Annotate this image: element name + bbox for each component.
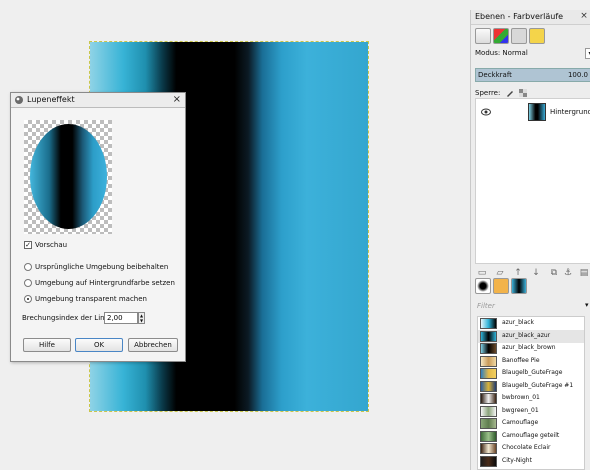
- spin-button[interactable]: ▲ ▼: [138, 312, 145, 324]
- filter-input[interactable]: Filter: [477, 302, 495, 310]
- gradient-swatch: [480, 318, 497, 329]
- gradient-item[interactable]: Camouflage: [478, 417, 584, 430]
- gradient-item[interactable]: azur_black_azur: [478, 329, 584, 343]
- preview-label[interactable]: Vorschau: [35, 241, 67, 249]
- gradient-item[interactable]: Chocolate Eclair: [478, 442, 584, 455]
- radio-transparent[interactable]: [24, 295, 32, 303]
- gradient-name: azur_black_azur: [502, 331, 551, 339]
- gradient-name: Camouflage: [502, 419, 539, 426]
- filter-row: Filter ▾: [475, 301, 590, 312]
- layers-dock: Ebenen - Farbverläufe × Modus: Normal ▾ …: [470, 10, 590, 470]
- preview-area: [24, 120, 112, 234]
- refraction-label: Brechungsindex der Linse:: [22, 314, 115, 322]
- layers-tab-icon[interactable]: [475, 28, 491, 44]
- pattern-tab-icon[interactable]: [493, 278, 509, 294]
- gimp-icon: [15, 96, 23, 104]
- gradient-swatch: [480, 343, 497, 354]
- lock-pixels-icon[interactable]: [506, 89, 514, 97]
- gradient-item[interactable]: Blaugelb_GuteFrage: [478, 367, 584, 380]
- radio-background-color[interactable]: [24, 279, 32, 287]
- paths-tab-icon[interactable]: [511, 28, 527, 44]
- gradient-item[interactable]: Blaugelb_GuteFrage #1: [478, 380, 584, 393]
- eye-icon[interactable]: [481, 108, 491, 116]
- gradient-list[interactable]: azur_black azur_black_azur azur_black_brow…: [477, 316, 585, 470]
- opacity-slider[interactable]: Deckkraft 100.0: [475, 68, 590, 82]
- gradient-name: azur_black: [502, 319, 535, 326]
- layer-row[interactable]: Hintergrund: [476, 99, 590, 125]
- ok-button[interactable]: OK: [75, 338, 123, 352]
- lock-alpha-icon[interactable]: [519, 88, 528, 97]
- gradient-swatch: [480, 393, 497, 404]
- brush-tab-icon[interactable]: [475, 278, 491, 294]
- gradient-item[interactable]: azur_black_brown: [478, 342, 584, 355]
- gradient-item[interactable]: bwgreen_01: [478, 405, 584, 418]
- dialog-titlebar: Lupeneffekt ×: [11, 93, 185, 108]
- refraction-index-input[interactable]: [104, 312, 138, 324]
- option-background-color[interactable]: Umgebung auf Hintergrundfarbe setzen: [35, 279, 175, 287]
- gradient-item[interactable]: bwbrown_01: [478, 392, 584, 405]
- gradient-name: bwbrown_01: [502, 394, 540, 401]
- gradient-swatch: [480, 455, 497, 467]
- close-icon[interactable]: ×: [579, 11, 589, 21]
- lock-label: Sperre:: [475, 89, 501, 97]
- layer-name[interactable]: Hintergrund: [550, 108, 590, 116]
- lock-row: Sperre:: [475, 88, 528, 98]
- channels-tab-icon[interactable]: [493, 28, 509, 44]
- gradient-tab-icon[interactable]: [511, 278, 527, 294]
- opacity-value: 100.0: [567, 71, 588, 79]
- radio-keep-surroundings[interactable]: [24, 263, 32, 271]
- gradient-item[interactable]: Banoffee Pie: [478, 355, 584, 368]
- gradient-swatch: [480, 380, 497, 392]
- gradient-tabs: [473, 276, 589, 296]
- gradient-item[interactable]: azur_black: [478, 317, 584, 330]
- preview-checkbox[interactable]: ✓: [24, 241, 32, 249]
- option-transparent[interactable]: Umgebung transparent machen: [35, 295, 147, 303]
- gradient-swatch: [480, 368, 497, 379]
- layers-list[interactable]: Hintergrund: [475, 98, 590, 264]
- gradient-swatch: [480, 430, 497, 442]
- gradient-swatch: [480, 355, 497, 367]
- dock-title: Ebenen - Farbverläufe: [475, 12, 564, 21]
- close-icon[interactable]: ×: [173, 94, 181, 105]
- layer-thumbnail: [528, 103, 546, 121]
- gradient-item[interactable]: Camouflage geteilt: [478, 430, 584, 443]
- dock-tabs: [473, 26, 589, 46]
- history-tab-icon[interactable]: [529, 28, 545, 44]
- mode-select[interactable]: Modus: Normal: [475, 49, 528, 57]
- option-keep-surroundings[interactable]: Ursprüngliche Umgebung beibehalten: [35, 263, 168, 271]
- gradient-name: bwgreen_01: [502, 406, 539, 414]
- gradient-name: Banoffee Pie: [502, 356, 540, 364]
- gradient-name: Blaugelb_GuteFrage: [502, 369, 563, 376]
- chevron-down-icon[interactable]: ▾: [585, 48, 590, 59]
- gradient-item[interactable]: City-Night: [478, 455, 584, 468]
- gradient-name: City-Night: [502, 456, 532, 464]
- gradient-swatch: [480, 330, 497, 342]
- gradient-name: Chocolate Eclair: [502, 444, 551, 451]
- gradient-name: Camouflage geteilt: [502, 431, 560, 439]
- mode-row: Modus: Normal ▾: [475, 48, 590, 60]
- dock-titlebar: Ebenen - Farbverläufe ×: [471, 10, 590, 25]
- gradient-name: azur_black_brown: [502, 344, 556, 351]
- opacity-label: Deckkraft: [478, 71, 512, 79]
- lens-preview: [30, 124, 107, 229]
- gradient-swatch: [480, 418, 497, 429]
- gradient-swatch: [480, 405, 497, 417]
- cancel-button[interactable]: Abbrechen: [128, 338, 178, 352]
- gradient-name: Blaugelb_GuteFrage #1: [502, 381, 574, 389]
- gradient-swatch: [480, 443, 497, 454]
- dialog-title: Lupeneffekt: [27, 95, 75, 104]
- lens-effect-dialog: Lupeneffekt × ✓ Vorschau Ursprüngliche U…: [10, 92, 186, 362]
- chevron-down-icon[interactable]: ▾: [585, 301, 589, 309]
- help-button[interactable]: Hilfe: [23, 338, 71, 352]
